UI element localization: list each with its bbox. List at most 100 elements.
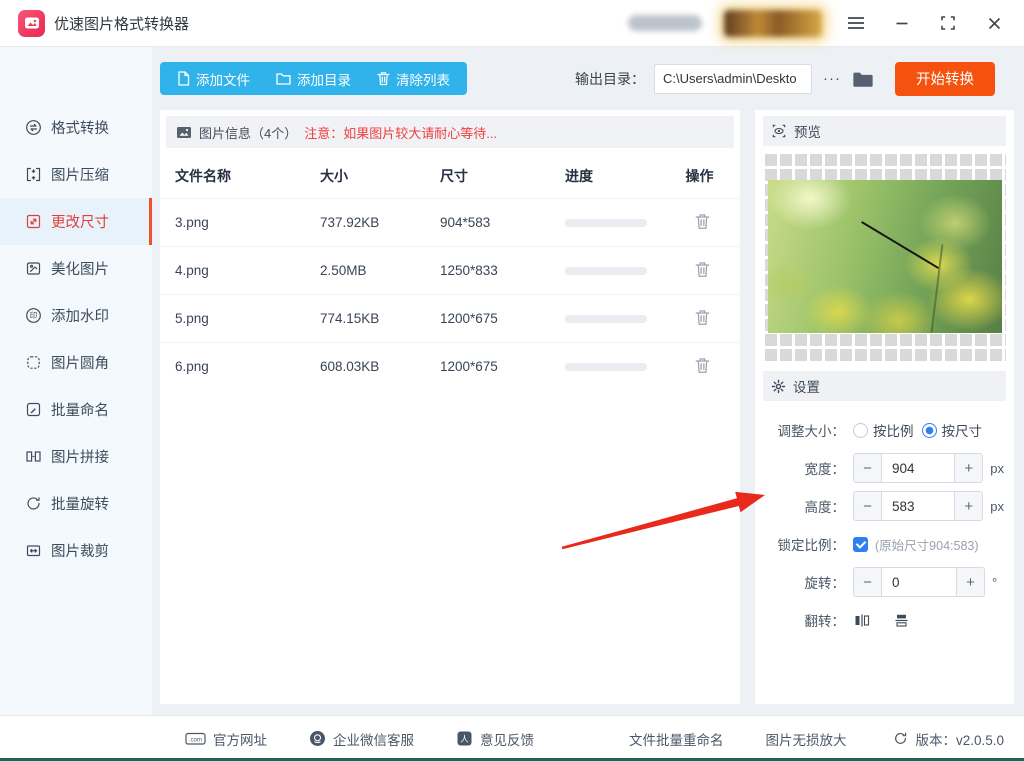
width-increment-button[interactable]: +: [954, 454, 983, 482]
file-dims: 1200*675: [440, 311, 498, 326]
start-convert-button[interactable]: 开始转换: [895, 61, 995, 96]
format-convert-icon: [26, 120, 41, 135]
lossless-upscale-link[interactable]: 图片无损放大: [766, 729, 847, 749]
maximize-icon[interactable]: [936, 11, 960, 35]
sidebar-item-label: 批量命名: [51, 403, 109, 419]
sidebar-item-label: 更改尺寸: [51, 215, 109, 231]
minimize-icon[interactable]: [890, 11, 914, 35]
rounded-corner-icon: [27, 356, 40, 369]
rotate-label: 旋转：: [804, 576, 846, 591]
sidebar-item-stitch[interactable]: 图片拼接: [0, 433, 152, 480]
progress-bar: [565, 362, 647, 371]
delete-file-button[interactable]: [695, 213, 710, 230]
svg-text:.com: .com: [189, 737, 202, 743]
height-decrement-button[interactable]: −: [854, 492, 882, 520]
sidebar-item-batch-rename[interactable]: 批量命名: [0, 386, 152, 433]
flip-vertical-icon: [895, 614, 908, 627]
height-stepper: − +: [853, 491, 984, 521]
gear-icon: [771, 379, 786, 393]
table-row[interactable]: 3.png 737.92KB 904*583: [160, 198, 740, 246]
flip-vertical-button[interactable]: [893, 612, 910, 629]
table-row[interactable]: 6.png 608.03KB 1200*675: [160, 342, 740, 390]
file-dims: 1250*833: [440, 263, 498, 278]
preview-header: 预览: [763, 116, 1006, 146]
official-website-link[interactable]: .com 官方网址: [185, 729, 267, 749]
app-logo-icon: [18, 9, 45, 37]
image-stitch-icon: [26, 451, 41, 462]
trash-icon: [695, 357, 710, 373]
rotate-increment-button[interactable]: +: [956, 568, 984, 596]
rotate-input[interactable]: [882, 568, 956, 596]
height-input[interactable]: [882, 492, 955, 520]
sidebar-item-label: 美化图片: [51, 262, 109, 278]
app-title: 优速图片格式转换器: [54, 15, 190, 33]
version-check-link[interactable]: 版本：v2.0.5.0: [893, 729, 1004, 749]
wait-warning-label: 注意：如果图片较大请耐心等待...: [304, 125, 498, 141]
image-crop-icon: [26, 545, 41, 557]
close-icon[interactable]: [982, 11, 1006, 35]
file-count-label: 图片信息（4个）: [199, 125, 298, 141]
sidebar-item-image-compress[interactable]: 图片压缩: [0, 151, 152, 198]
wechat-support-link[interactable]: 企业微信客服: [309, 729, 414, 749]
radio-by-ratio[interactable]: 按比例: [853, 420, 914, 440]
delete-file-button[interactable]: [695, 357, 710, 374]
settings-header: 设置: [763, 371, 1006, 401]
batch-rename-link[interactable]: 文件批量重命名: [629, 729, 724, 749]
radio-unselected-icon[interactable]: [853, 422, 868, 438]
preview-canvas: [763, 152, 1006, 361]
width-row: 宽度： − + px: [765, 453, 1004, 483]
wechat-support-icon: [310, 731, 325, 746]
sidebar-item-label: 图片裁剪: [51, 544, 109, 560]
sidebar-item-beautify[interactable]: 美化图片: [0, 245, 152, 292]
height-increment-button[interactable]: +: [954, 492, 983, 520]
width-decrement-button[interactable]: −: [854, 454, 882, 482]
rotate-decrement-button[interactable]: −: [854, 568, 882, 596]
add-file-button[interactable]: 添加文件: [164, 62, 263, 95]
sidebar-item-watermark[interactable]: 印 添加水印: [0, 292, 152, 339]
file-size: 608.03KB: [320, 359, 380, 374]
rotate-stepper: − +: [853, 567, 985, 597]
watermark-icon: 印: [26, 308, 41, 323]
sidebar-item-label: 图片压缩: [51, 168, 109, 184]
sidebar-item-resize[interactable]: 更改尺寸: [0, 198, 152, 245]
menu-icon[interactable]: [844, 11, 868, 35]
toolbar: 添加文件 添加目录 清除列表 输出目录： ··· 开始转换: [160, 47, 995, 110]
browse-more-button[interactable]: ···: [821, 70, 843, 87]
open-folder-button[interactable]: [852, 70, 874, 88]
output-dir-label: 输出目录：: [575, 70, 645, 87]
lock-ratio-checkbox[interactable]: [853, 536, 868, 552]
redacted-vip-button[interactable]: [724, 9, 822, 37]
sidebar-item-batch-rotate[interactable]: 批量旋转: [0, 480, 152, 527]
refresh-icon: [895, 732, 907, 744]
delete-file-button[interactable]: [695, 309, 710, 326]
trash-icon: [695, 261, 710, 277]
table-header: 文件名称 大小 尺寸 进度 操作: [160, 154, 740, 198]
feedback-link[interactable]: 人 意见反馈: [456, 729, 534, 749]
radio-by-size[interactable]: 按尺寸: [921, 420, 982, 440]
progress-bar: [565, 266, 647, 275]
preview-image: [767, 180, 1002, 333]
table-row[interactable]: 5.png 774.15KB 1200*675: [160, 294, 740, 342]
table-row[interactable]: 4.png 2.50MB 1250*833: [160, 246, 740, 294]
radio-selected-icon[interactable]: [921, 422, 937, 438]
file-dims: 1200*675: [440, 359, 498, 374]
progress-bar: [565, 314, 647, 323]
sidebar-item-rounded-corner[interactable]: 图片圆角: [0, 339, 152, 386]
file-size: 737.92KB: [320, 215, 380, 230]
height-unit: px: [990, 498, 1004, 514]
sidebar-item-label: 添加水印: [51, 309, 109, 325]
output-dir-input[interactable]: [654, 63, 812, 94]
original-size-hint: (原始尺寸904:583): [875, 538, 979, 553]
trash-icon: [695, 309, 710, 325]
resize-mode-row: 调整大小： 按比例 按尺寸: [765, 415, 1004, 445]
delete-file-button[interactable]: [695, 261, 710, 278]
clear-list-button[interactable]: 清除列表: [364, 62, 463, 95]
preview-settings-panel: 预览 设置 调整大小： 按比例 按尺寸 宽度： − 904 + px 高度： −…: [755, 110, 1014, 704]
flip-horizontal-button[interactable]: [853, 612, 871, 629]
add-folder-button[interactable]: 添加目录: [263, 62, 364, 95]
sidebar-item-crop[interactable]: 图片裁剪: [0, 527, 152, 574]
sidebar-item-format-convert[interactable]: 格式转换: [0, 104, 152, 151]
width-input[interactable]: [882, 454, 955, 482]
width-stepper: − +: [853, 453, 984, 483]
flip-horizontal-icon: [855, 614, 870, 626]
